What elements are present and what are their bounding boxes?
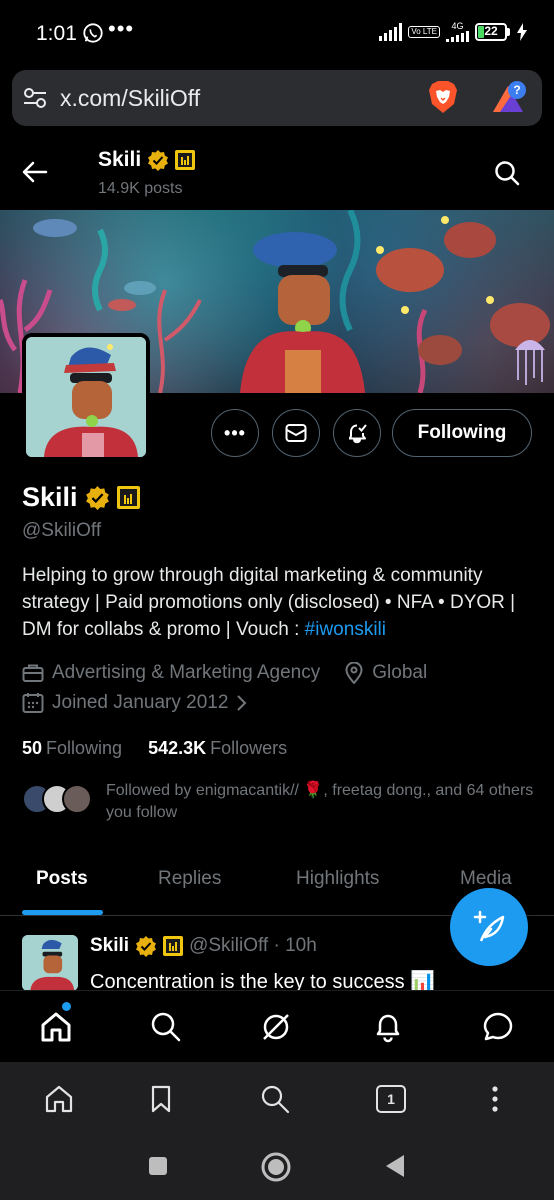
grok-icon[interactable] <box>260 1011 292 1043</box>
profile-name-row: Skili <box>22 482 140 513</box>
profile-meta-row-1: Advertising & Marketing Agency Global <box>22 662 427 684</box>
following-count-link[interactable]: 50 Following <box>22 738 122 759</box>
search-icon[interactable] <box>150 1011 182 1043</box>
new-content-dot <box>62 1002 71 1011</box>
notifications-subscribe-button[interactable] <box>333 409 381 457</box>
bell-check-icon <box>349 424 367 444</box>
profile-avatar[interactable] <box>22 333 150 461</box>
android-back-icon[interactable] <box>384 1154 406 1178</box>
recents-icon[interactable] <box>148 1156 168 1176</box>
post-header: Skili @SkiliOff · 10h <box>90 935 317 957</box>
tab-media[interactable]: Media <box>460 868 512 890</box>
more-options-button[interactable]: ••• <box>211 409 259 457</box>
verified-badge-icon <box>85 486 109 510</box>
post-handle-time: @SkiliOff · 10h <box>189 935 317 956</box>
more-notifications-icon: ••• <box>108 16 135 41</box>
tab-switcher-button[interactable]: 1 <box>376 1085 406 1113</box>
briefcase-icon <box>22 664 44 682</box>
compose-post-button[interactable] <box>450 888 528 966</box>
profile-joined: Joined January 2012 <box>52 692 229 713</box>
volte-icon: Vo LTE <box>408 26 440 38</box>
profile-category: Advertising & Marketing Agency <box>52 662 321 683</box>
post-author-name[interactable]: Skili <box>90 935 129 957</box>
status-icons: Vo LTE 4G 22 <box>379 22 528 42</box>
avatar <box>62 784 92 814</box>
back-arrow-icon[interactable] <box>22 160 48 184</box>
message-button[interactable] <box>272 409 320 457</box>
mutual-avatars <box>22 784 92 816</box>
search-icon[interactable] <box>494 160 520 186</box>
header-title: Skili <box>98 148 196 172</box>
header-name: Skili <box>98 148 142 171</box>
chevron-right-icon <box>237 695 247 711</box>
bio-text: Helping to grow through digital marketin… <box>22 565 516 640</box>
following-button[interactable]: Following <box>392 409 532 457</box>
profile-location: Global <box>372 662 428 683</box>
url-text[interactable]: x.com/SkiliOff <box>60 85 200 112</box>
rewards-badge: ? <box>513 83 520 97</box>
calendar-icon <box>22 693 44 713</box>
location-pin-icon <box>345 662 363 684</box>
status-time: 1:01 <box>36 22 77 45</box>
followed-by-text: Followed by enigmacantik// 🌹, freetag do… <box>106 782 534 821</box>
envelope-icon <box>285 424 307 442</box>
avatar-artwork <box>22 935 78 990</box>
browser-menu-icon[interactable] <box>480 1084 510 1114</box>
network-label: 4G <box>451 21 464 31</box>
following-label: Following <box>46 738 123 758</box>
charging-bolt-icon <box>517 23 527 41</box>
bookmark-icon[interactable] <box>146 1084 176 1114</box>
post-text: Concentration is the key to success 📊 <box>90 971 436 990</box>
brave-rewards-icon[interactable]: ? <box>490 80 528 116</box>
site-settings-icon[interactable] <box>22 86 48 110</box>
affiliate-badge-icon <box>175 150 196 170</box>
active-tab-indicator <box>22 910 103 915</box>
followers-label: Followers <box>210 738 288 758</box>
address-bar[interactable]: x.com/SkiliOff ? <box>12 70 542 126</box>
status-bar: 1:01 ••• Vo LTE 4G 22 <box>0 0 554 66</box>
followers-count-link[interactable]: 542.3K Followers <box>148 738 287 759</box>
tab-replies[interactable]: Replies <box>158 868 221 890</box>
network-4g-icon: 4G <box>446 22 469 42</box>
following-count: 50 <box>22 738 43 758</box>
compose-feather-icon <box>473 910 505 942</box>
profile-handle: @SkiliOff <box>22 520 102 541</box>
battery-icon: 22 <box>475 23 510 41</box>
browser-home-icon[interactable] <box>44 1084 74 1114</box>
header-posts-count: 14.9K posts <box>98 180 183 197</box>
android-nav-bar <box>0 1134 554 1200</box>
brave-lion-icon[interactable] <box>428 80 458 114</box>
bell-icon[interactable] <box>372 1011 404 1043</box>
home-icon[interactable] <box>40 1011 72 1043</box>
battery-level: 22 <box>484 24 498 38</box>
messages-icon[interactable] <box>482 1011 514 1043</box>
profile-header: Skili 14.9K posts <box>0 138 554 210</box>
profile-bio: Helping to grow through digital marketin… <box>22 562 542 643</box>
profile-meta-row-2[interactable]: Joined January 2012 <box>22 692 256 714</box>
affiliate-badge-icon <box>116 486 140 509</box>
whatsapp-icon <box>83 23 103 43</box>
signal-icon <box>379 23 403 41</box>
tab-posts[interactable]: Posts <box>36 868 88 890</box>
affiliate-badge-icon <box>163 936 184 956</box>
avatar-artwork <box>26 337 146 457</box>
browser-search-icon[interactable] <box>260 1084 290 1114</box>
followers-count: 542.3K <box>148 738 207 758</box>
android-home-icon[interactable] <box>261 1152 291 1182</box>
browser-toolbar <box>0 1062 554 1134</box>
follow-counts: 50 Following 542.3K Followers <box>22 738 287 759</box>
verified-badge-icon <box>148 150 169 171</box>
profile-name: Skili <box>22 482 78 512</box>
verified-badge-icon <box>136 936 157 957</box>
more-options-label: ••• <box>224 422 246 443</box>
bio-hashtag-link[interactable]: #iwonskili <box>305 619 386 640</box>
tab-highlights[interactable]: Highlights <box>296 868 379 890</box>
x-bottom-nav <box>0 990 554 1062</box>
post-avatar[interactable] <box>22 935 78 990</box>
